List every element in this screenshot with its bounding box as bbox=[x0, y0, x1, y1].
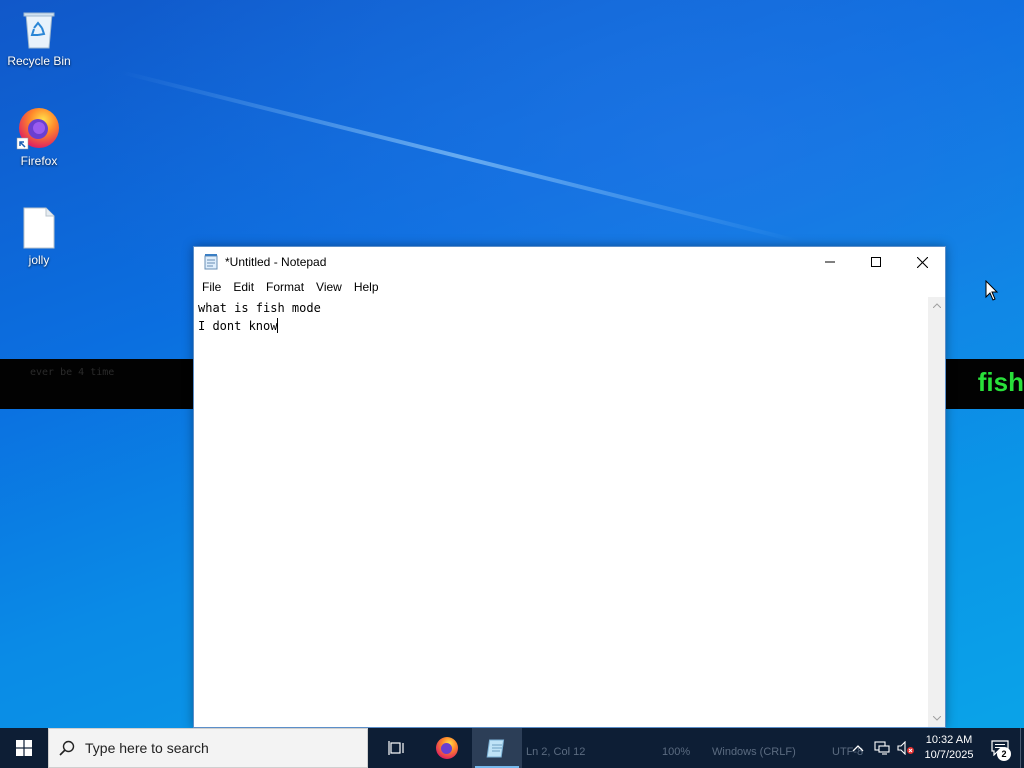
chevron-up-icon bbox=[852, 745, 864, 752]
status-position: Ln 2, Col 12 bbox=[526, 746, 586, 758]
firefox-icon bbox=[16, 104, 62, 150]
firefox-label: Firefox bbox=[20, 154, 58, 168]
window-title: *Untitled - Notepad bbox=[225, 255, 327, 269]
taskbar-search-box[interactable]: Type here to search bbox=[48, 728, 368, 768]
editor-line: what is fish mode bbox=[198, 301, 321, 315]
close-button[interactable] bbox=[899, 247, 945, 277]
notepad-window[interactable]: *Untitled - Notepad File Edit Format Vie… bbox=[193, 246, 946, 728]
minimize-button[interactable] bbox=[807, 247, 853, 277]
wallpaper-light-beam bbox=[119, 70, 800, 244]
maximize-button[interactable] bbox=[853, 247, 899, 277]
notification-count-badge: 2 bbox=[997, 747, 1011, 761]
window-controls bbox=[807, 247, 945, 277]
banner-faint-text: ever be 4 time bbox=[30, 367, 115, 378]
vertical-scrollbar[interactable] bbox=[928, 297, 945, 727]
taskbar-firefox[interactable] bbox=[422, 728, 472, 768]
clock-time: 10:32 AM bbox=[925, 734, 973, 746]
notepad-icon bbox=[204, 254, 218, 270]
menu-file[interactable]: File bbox=[196, 277, 227, 297]
scroll-up-button[interactable] bbox=[928, 297, 945, 314]
editor-line-with-caret: I dont know bbox=[198, 317, 926, 335]
network-button[interactable] bbox=[870, 728, 894, 768]
menu-edit[interactable]: Edit bbox=[227, 277, 260, 297]
recycle-bin-icon bbox=[21, 8, 57, 50]
scroll-down-button[interactable] bbox=[928, 710, 945, 727]
system-tray: 10:32 AM 10/7/2025 2 bbox=[846, 728, 1024, 768]
close-icon bbox=[916, 256, 928, 268]
desktop-icon-jolly[interactable]: jolly bbox=[1, 207, 77, 267]
maximize-icon bbox=[871, 257, 881, 267]
chevron-up-icon bbox=[932, 303, 941, 308]
task-view-icon bbox=[388, 741, 404, 755]
taskbar-notepad[interactable] bbox=[472, 728, 522, 768]
task-view-button[interactable] bbox=[372, 728, 422, 768]
show-desktop-button[interactable] bbox=[1020, 728, 1024, 768]
start-button[interactable] bbox=[0, 728, 48, 768]
show-hidden-icons-button[interactable] bbox=[846, 728, 870, 768]
minimize-icon bbox=[825, 261, 835, 263]
text-editor[interactable]: what is fish mode I dont know bbox=[194, 297, 930, 727]
banner-fish-text: fish bbox=[977, 367, 1024, 397]
search-icon bbox=[49, 740, 85, 756]
menu-format[interactable]: Format bbox=[260, 277, 310, 297]
chevron-down-icon bbox=[932, 716, 941, 721]
status-line-ending: Windows (CRLF) bbox=[712, 746, 796, 758]
notepad-titlebar[interactable]: *Untitled - Notepad bbox=[194, 247, 945, 277]
volume-button[interactable] bbox=[894, 728, 918, 768]
jolly-label: jolly bbox=[28, 253, 50, 267]
clock-date: 10/7/2025 bbox=[924, 749, 974, 761]
desktop-icon-recycle-bin[interactable]: Recycle Bin bbox=[1, 8, 77, 68]
menu-help[interactable]: Help bbox=[348, 277, 385, 297]
mouse-cursor-icon bbox=[985, 280, 999, 301]
notepad-icon bbox=[486, 739, 505, 758]
desktop-icon-firefox[interactable]: Firefox bbox=[1, 104, 77, 168]
clock[interactable]: 10:32 AM 10/7/2025 bbox=[918, 733, 980, 763]
network-icon bbox=[874, 741, 890, 755]
text-file-icon bbox=[22, 207, 56, 249]
text-caret bbox=[277, 318, 279, 333]
menu-view[interactable]: View bbox=[310, 277, 348, 297]
search-placeholder: Type here to search bbox=[85, 740, 209, 756]
status-zoom: 100% bbox=[662, 746, 691, 758]
volume-muted-icon bbox=[897, 741, 914, 755]
recycle-bin-label: Recycle Bin bbox=[7, 54, 71, 68]
editor-line: I dont know bbox=[198, 319, 278, 333]
firefox-icon bbox=[436, 737, 458, 759]
action-center-button[interactable]: 2 bbox=[980, 728, 1020, 768]
menu-bar: File Edit Format View Help bbox=[194, 277, 945, 297]
windows-logo-icon bbox=[16, 740, 32, 756]
